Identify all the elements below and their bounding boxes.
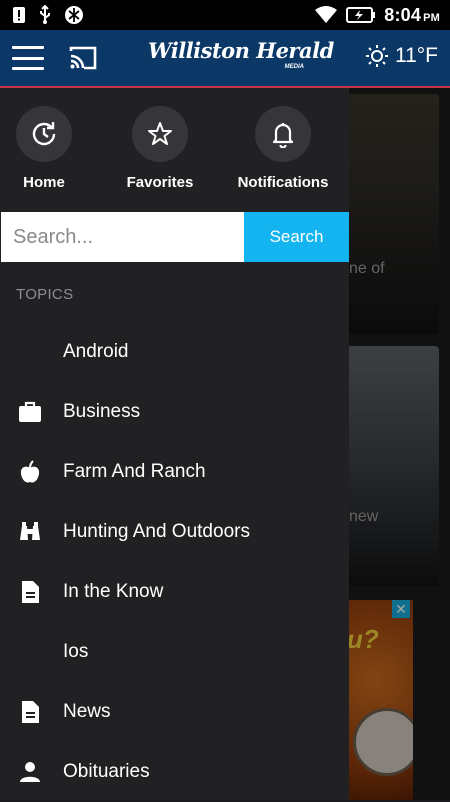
weather-temperature: 11°F: [394, 44, 438, 67]
battery-icon: [346, 7, 376, 23]
topic-label: Business: [63, 401, 141, 422]
topic-label: Farm And Ranch: [63, 461, 206, 482]
drawer-scrim[interactable]: [349, 88, 450, 800]
search-input[interactable]: [1, 212, 244, 262]
favorites-label: Favorites: [126, 174, 194, 191]
topic-business[interactable]: Business: [0, 382, 349, 442]
topic-ios[interactable]: Ios: [0, 622, 349, 682]
menu-icon-bar: [12, 56, 44, 60]
clock-time: 8:04: [384, 4, 422, 25]
search-button[interactable]: Search: [244, 212, 349, 262]
home-button[interactable]: Home: [0, 106, 99, 191]
clock: 8:04 PM: [384, 5, 440, 26]
status-bar: 8:04 PM: [0, 0, 450, 30]
search-bar: Search: [1, 212, 349, 262]
topic-news[interactable]: News: [0, 682, 349, 742]
wifi-icon: [315, 6, 338, 23]
favorites-button[interactable]: Favorites: [105, 106, 215, 191]
topic-label: News: [63, 701, 111, 722]
topic-label: Hunting And Outdoors: [63, 521, 250, 542]
topic-in-the-know[interactable]: In the Know: [0, 562, 349, 622]
document-icon: [22, 701, 39, 723]
sun-icon: [365, 45, 388, 67]
star-icon: [148, 122, 172, 145]
cast-icon[interactable]: [68, 45, 98, 71]
document-icon: [22, 581, 39, 603]
menu-icon-bar: [12, 67, 44, 70]
logo: Williston Herald MEDIA: [148, 38, 334, 78]
home-icon-circle: [16, 106, 72, 162]
clock-ampm: PM: [423, 11, 440, 24]
refresh-clock-icon: [32, 122, 56, 146]
topic-obituaries[interactable]: Obituaries: [0, 742, 349, 802]
menu-icon-bar: [12, 46, 44, 49]
topic-farm-and-ranch[interactable]: Farm And Ranch: [0, 442, 349, 502]
home-label: Home: [23, 174, 65, 191]
app-bar: Williston Herald MEDIA 11°F: [0, 30, 450, 88]
topic-list: Android Business Farm And Ranch Hunting …: [0, 322, 349, 802]
topic-label: Android: [63, 341, 129, 362]
alert-notification-icon: [13, 7, 25, 23]
bell-icon: [272, 123, 294, 148]
notifications-button[interactable]: Notifications: [228, 106, 338, 191]
weather-widget[interactable]: 11°F: [365, 44, 438, 68]
notifications-label: Notifications: [237, 174, 329, 191]
menu-button[interactable]: [12, 46, 44, 70]
topic-label: In the Know: [63, 581, 164, 602]
logo-subtext: MEDIA: [284, 64, 304, 70]
app-notification-icon: [65, 6, 83, 24]
briefcase-icon: [19, 401, 41, 422]
quick-actions: Home Favorites Notifications: [0, 106, 349, 196]
topic-android[interactable]: Android: [0, 322, 349, 382]
apple-icon: [20, 460, 40, 483]
binoculars-icon: [20, 522, 40, 540]
favorites-icon-circle: [132, 106, 188, 162]
logo-text: Williston Herald: [148, 38, 334, 63]
notifications-icon-circle: [255, 106, 311, 162]
usb-icon: [40, 5, 50, 24]
topic-hunting-and-outdoors[interactable]: Hunting And Outdoors: [0, 502, 349, 562]
topic-label: Obituaries: [63, 761, 150, 782]
topic-label: Ios: [63, 641, 89, 662]
person-icon: [20, 762, 40, 782]
topics-heading: TOPICS: [16, 286, 74, 303]
navigation-drawer: Home Favorites Notifications Search... S…: [0, 88, 349, 800]
